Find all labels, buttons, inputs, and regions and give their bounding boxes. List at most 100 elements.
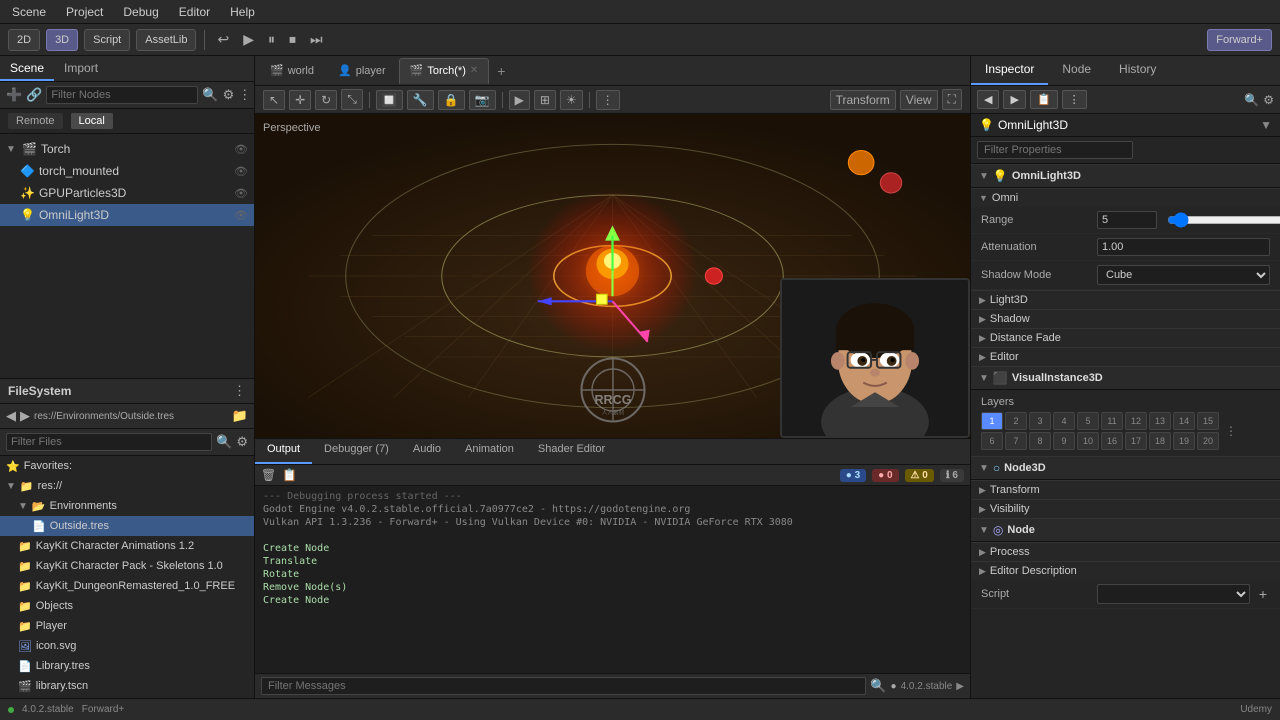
inspector-more-btn[interactable]: ⋮ [1062, 90, 1087, 109]
fs-item-icon-svg[interactable]: 🖼 icon.svg [0, 636, 254, 656]
editor-desc-subsection[interactable]: ▶ Editor Description [971, 561, 1280, 580]
layer-btn-20[interactable]: 20 [1197, 432, 1219, 450]
layer-btn-1[interactable]: 1 [981, 412, 1003, 430]
lock-btn[interactable]: 🔒 [438, 90, 465, 110]
add-tab-icon[interactable]: + [491, 61, 511, 81]
badge-info[interactable]: ℹ 6 [940, 469, 964, 482]
range-input[interactable] [1097, 211, 1157, 229]
fs-item-favorites[interactable]: ⭐ Favorites: [0, 456, 254, 476]
visualinstance3d-section[interactable]: ▼ ⬛ VisualInstance3D [971, 366, 1280, 390]
tab-node[interactable]: Node [1048, 56, 1105, 85]
play-scene-btn[interactable]: ▶ [509, 90, 530, 110]
inspector-search-icon[interactable]: 🔍 [1244, 93, 1259, 107]
more-vp-btn[interactable]: ⋮ [596, 90, 620, 110]
layer-btn-10[interactable]: 10 [1077, 432, 1099, 450]
process-subsection[interactable]: ▶ Process [971, 542, 1280, 561]
local-btn[interactable]: Local [71, 113, 113, 129]
viewport-3d[interactable]: Perspective RRCG 人人素材 [255, 114, 970, 438]
view-btn[interactable]: View [900, 90, 938, 110]
layers-more-icon[interactable]: ⋮ [1223, 422, 1239, 440]
inspector-history-btn[interactable]: 📋 [1030, 90, 1058, 109]
light3d-subsection[interactable]: ▶ Light3D [971, 290, 1280, 309]
badge-errors[interactable]: ● 0 [872, 469, 898, 482]
filter-nodes-input[interactable] [46, 86, 198, 104]
tab-inspector[interactable]: Inspector [971, 56, 1048, 85]
layer-btn-9[interactable]: 9 [1053, 432, 1075, 450]
layer-btn-14[interactable]: 14 [1173, 412, 1195, 430]
play-icon[interactable]: ▶ [239, 29, 258, 50]
step-icon[interactable]: ⏭ [306, 29, 327, 50]
node-type-dropdown-icon[interactable]: ▼ [1260, 118, 1272, 132]
fs-item-char-pack-skeletons[interactable]: 📁 KayKit Character Pack - Skeletons 1.0 [0, 556, 254, 576]
move-mode-btn[interactable]: ✛ [289, 90, 311, 110]
assetlib-btn[interactable]: AssetLib [136, 29, 196, 51]
fs-item-environments[interactable]: ▼ 📂 Environments [0, 496, 254, 516]
layer-btn-18[interactable]: 18 [1149, 432, 1171, 450]
tab-scene[interactable]: Scene [0, 57, 54, 81]
link-icon[interactable]: 🔗 [26, 87, 42, 103]
layer-btn-8[interactable]: 8 [1029, 432, 1051, 450]
more-icon[interactable]: ⋮ [238, 87, 251, 103]
layer-btn-11[interactable]: 11 [1101, 412, 1123, 430]
console-copy-icon[interactable]: 📋 [282, 468, 297, 482]
console-clear-icon[interactable]: 🗑 [261, 468, 276, 482]
tab-world[interactable]: 🎬 world [259, 58, 325, 84]
tree-item-torch-mounted[interactable]: 🔷 torch_mounted 👁 [0, 160, 254, 182]
tab-torch[interactable]: 🎬 Torch(*) ✕ [399, 58, 490, 84]
fs-nav-back-icon[interactable]: ◀ [6, 408, 16, 424]
badge-warnings[interactable]: ⚠ 0 [905, 469, 934, 482]
fullscreen-btn[interactable]: ⛶ [942, 89, 962, 110]
tab-debugger[interactable]: Debugger (7) [312, 439, 401, 464]
camera-btn[interactable]: 📷 [469, 90, 496, 110]
tree-item-gpuparticles[interactable]: ✨ GPUParticles3D 👁 [0, 182, 254, 204]
tab-player[interactable]: 👤 player [327, 58, 397, 84]
filter-files-input[interactable] [6, 433, 212, 451]
fs-nav-forward-icon[interactable]: ▶ [20, 408, 30, 424]
script-add-icon[interactable]: + [1256, 586, 1270, 602]
stop-icon[interactable]: ⏹ [285, 29, 300, 50]
fs-item-res[interactable]: ▼ 📁 res:// [0, 476, 254, 496]
distance-fade-subsection[interactable]: ▶ Distance Fade [971, 328, 1280, 347]
shadow-subsection[interactable]: ▶ Shadow [971, 309, 1280, 328]
undo-icon[interactable]: ↩ [213, 29, 233, 50]
fs-folder-icon[interactable]: 📁 [232, 408, 248, 424]
layer-btn-13[interactable]: 13 [1149, 412, 1171, 430]
omnilight-visibility-icon[interactable]: 👁 [234, 209, 248, 222]
remote-btn[interactable]: Remote [8, 113, 63, 129]
editor-subsection[interactable]: ▶ Editor [971, 347, 1280, 366]
fs-item-dungeon[interactable]: 📁 KayKit_DungeonRemastered_1.0_FREE [0, 576, 254, 596]
fs-item-player[interactable]: 📁 Player [0, 616, 254, 636]
pause-icon[interactable]: ⏸ [264, 29, 279, 50]
script-select[interactable] [1097, 584, 1250, 604]
tab-shader-editor[interactable]: Shader Editor [526, 439, 617, 464]
rotate-mode-btn[interactable]: ↻ [315, 90, 337, 110]
tab-output[interactable]: Output [255, 439, 312, 464]
search-icon[interactable]: 🔍 [202, 87, 218, 103]
menu-item-help[interactable]: Help [226, 3, 259, 21]
torch-mounted-visibility-icon[interactable]: 👁 [234, 165, 248, 178]
badge-debugger[interactable]: ● 3 [840, 469, 866, 482]
filter-properties-input[interactable] [977, 141, 1133, 159]
node3d-section[interactable]: ▼ ○ Node3D [971, 456, 1280, 480]
layer-btn-7[interactable]: 7 [1005, 432, 1027, 450]
fs-item-objects[interactable]: 📁 Objects [0, 596, 254, 616]
tab-audio[interactable]: Audio [401, 439, 453, 464]
shadow-mode-select[interactable]: Cube Dual Paraboloid [1097, 265, 1270, 285]
light-btn[interactable]: ☀ [560, 90, 583, 110]
inspector-settings-icon[interactable]: ⚙ [1263, 93, 1274, 107]
layer-btn-16[interactable]: 16 [1101, 432, 1123, 450]
local-transform-btn[interactable]: 🔲 [376, 90, 403, 110]
inspector-forward-btn[interactable]: ▶ [1003, 90, 1025, 109]
gpuparticles-visibility-icon[interactable]: 👁 [234, 187, 248, 200]
fs-search-icon[interactable]: 🔍 [216, 434, 232, 450]
visibility-subsection[interactable]: ▶ Visibility [971, 499, 1280, 518]
layer-btn-6[interactable]: 6 [981, 432, 1003, 450]
omni-subsection[interactable]: ▼ Omni [971, 188, 1280, 207]
torch-visibility-icon[interactable]: 👁 [234, 143, 248, 156]
layer-btn-5[interactable]: 5 [1077, 412, 1099, 430]
fs-settings-icon[interactable]: ⚙ [236, 434, 248, 450]
console-filter-search-icon[interactable]: 🔍 [870, 678, 886, 694]
transform-subsection[interactable]: ▶ Transform [971, 480, 1280, 499]
omnilight3d-section[interactable]: ▼ 💡 OmniLight3D [971, 164, 1280, 188]
tree-item-torch[interactable]: ▼ 🎬 Torch 👁 [0, 138, 254, 160]
